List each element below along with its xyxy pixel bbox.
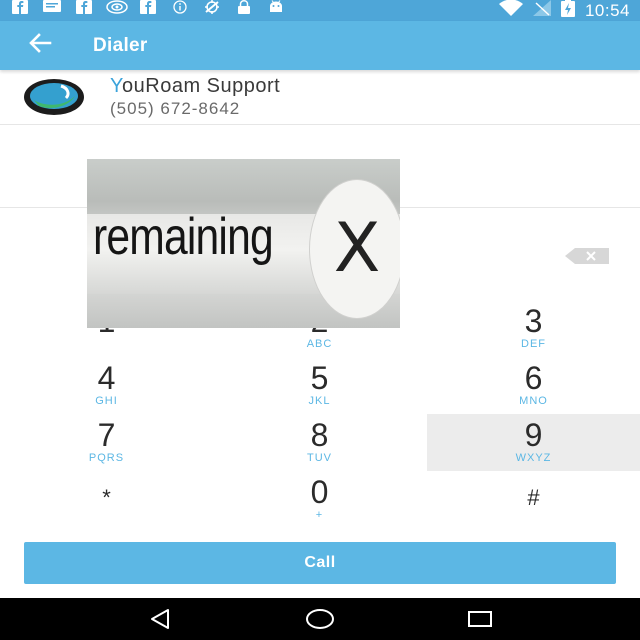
key-letters: MNO bbox=[519, 395, 548, 407]
key-letters: JKL bbox=[308, 395, 331, 407]
back-triangle-icon bbox=[151, 609, 169, 629]
lock-icon bbox=[234, 0, 254, 21]
key-letters: DEF bbox=[521, 338, 546, 350]
key-0[interactable]: 0 + bbox=[213, 471, 426, 528]
overlay-ad-image[interactable]: remaining X bbox=[87, 159, 400, 328]
key-star[interactable]: * bbox=[0, 471, 213, 528]
key-letters: ABC bbox=[306, 338, 333, 350]
home-circle-icon bbox=[306, 609, 334, 629]
eye-icon bbox=[106, 0, 128, 21]
key-digit: 7 bbox=[97, 417, 116, 453]
key-7[interactable]: 7 PQRS bbox=[0, 414, 213, 471]
ad-close-button[interactable]: X bbox=[309, 179, 400, 319]
contact-info: YouRoam Support (505) 672-8642 bbox=[110, 75, 280, 119]
key-letters: PQRS bbox=[88, 452, 125, 464]
recents-square-icon bbox=[468, 611, 492, 627]
key-hash[interactable]: # bbox=[427, 471, 640, 528]
key-5[interactable]: 5 JKL bbox=[213, 357, 426, 414]
key-digit: 6 bbox=[524, 360, 543, 396]
info-icon bbox=[170, 0, 190, 21]
key-8[interactable]: 8 TUV bbox=[213, 414, 426, 471]
close-icon: X bbox=[333, 209, 381, 288]
no-signal-icon bbox=[532, 0, 551, 21]
battery-charging-icon bbox=[560, 0, 575, 22]
key-digit: * bbox=[102, 485, 111, 510]
clock-time: 10:54 bbox=[584, 0, 630, 20]
page-title: Dialer bbox=[93, 34, 148, 56]
backspace-icon bbox=[565, 248, 609, 264]
contact-row[interactable]: YouRoam Support (505) 672-8642 bbox=[0, 70, 640, 125]
notification-icons bbox=[10, 0, 286, 22]
nav-home-button[interactable] bbox=[300, 599, 340, 639]
facebook-icon bbox=[74, 0, 94, 21]
key-4[interactable]: 4 GHI bbox=[0, 357, 213, 414]
key-digit: 4 bbox=[97, 360, 116, 396]
key-letters: TUV bbox=[307, 452, 332, 464]
navigation-bar bbox=[0, 598, 640, 640]
arrow-back-icon bbox=[28, 33, 52, 58]
key-digit: 9 bbox=[524, 417, 543, 453]
key-digit: 3 bbox=[524, 303, 543, 339]
status-bar: 10:54 bbox=[0, 0, 640, 21]
system-status: 10:54 bbox=[498, 0, 630, 22]
key-6[interactable]: 6 MNO bbox=[427, 357, 640, 414]
backspace-button[interactable] bbox=[565, 248, 609, 264]
wifi-icon bbox=[498, 0, 523, 21]
ad-text: remaining bbox=[93, 208, 274, 266]
android-icon bbox=[266, 0, 286, 21]
no-location-icon bbox=[202, 0, 222, 22]
nav-recents-button[interactable] bbox=[460, 599, 500, 639]
contact-name: YouRoam Support bbox=[110, 75, 280, 98]
key-digit: 0 bbox=[310, 474, 329, 510]
key-digit: 8 bbox=[310, 417, 329, 453]
contact-name-initial: Y bbox=[110, 75, 123, 97]
youroam-logo bbox=[22, 77, 86, 117]
back-button[interactable] bbox=[12, 21, 68, 70]
key-letters: + bbox=[315, 509, 324, 521]
facebook-icon bbox=[10, 0, 30, 21]
app-bar: Dialer bbox=[0, 21, 640, 70]
key-digit: # bbox=[527, 485, 540, 510]
key-letters: WXYZ bbox=[515, 452, 552, 464]
key-3[interactable]: 3 DEF bbox=[427, 300, 640, 357]
contact-number: (505) 672-8642 bbox=[110, 99, 241, 118]
key-digit: 5 bbox=[310, 360, 329, 396]
contact-name-rest: ouRoam Support bbox=[122, 75, 281, 97]
nav-back-button[interactable] bbox=[140, 599, 180, 639]
key-9[interactable]: 9 WXYZ bbox=[427, 414, 640, 471]
call-button[interactable]: Call bbox=[24, 542, 616, 584]
message-icon bbox=[42, 0, 62, 21]
key-letters: GHI bbox=[95, 395, 118, 407]
dial-keypad: 1 2ABC 3DEF 4GHI 5JKL 6MNO 7PQRS 8TUV 9W… bbox=[0, 300, 640, 530]
facebook-icon bbox=[138, 0, 158, 21]
